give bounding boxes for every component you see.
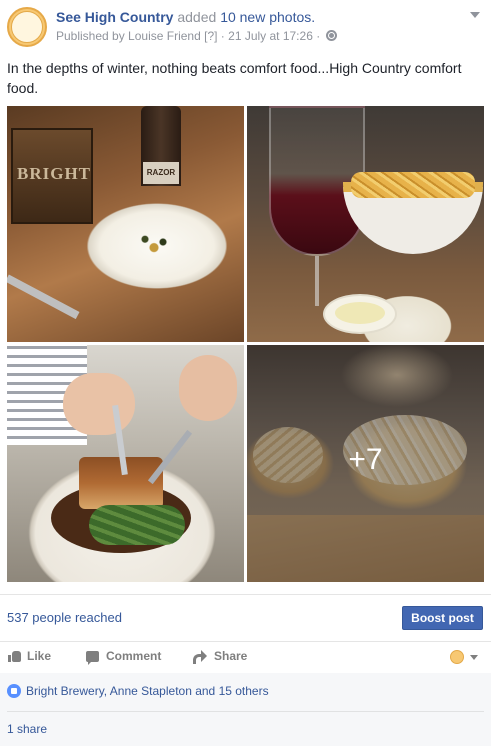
divider (0, 594, 491, 595)
page-voice-selector[interactable] (450, 650, 478, 664)
meta-separator: · (220, 29, 225, 43)
page-name-link[interactable]: See High Country (56, 9, 173, 25)
shares-link[interactable]: 1 share (7, 722, 47, 736)
post-title-line: See High Country added 10 new photos. (56, 9, 315, 25)
page-avatar-small-icon (450, 650, 464, 664)
beans-shape (89, 505, 185, 545)
post-meta: Published by Louise Friend [?] · 21 July… (56, 29, 337, 43)
share-label: Share (214, 649, 248, 663)
caret-down-icon (470, 654, 478, 660)
boost-post-button[interactable]: Boost post (402, 606, 483, 630)
help-marker[interactable]: [?] (204, 29, 217, 43)
fork-shape (7, 274, 80, 320)
page-avatar[interactable] (7, 7, 47, 47)
added-text: added (177, 9, 217, 25)
photo-wine-fries[interactable] (247, 106, 484, 342)
engagement-summary: Bright Brewery, Anne Stapleton and 15 ot… (0, 673, 491, 746)
action-bar: Like Comment Share (0, 642, 491, 672)
like-button[interactable]: Like (8, 649, 51, 663)
left-hand-shape (63, 373, 135, 435)
fries-shape (351, 172, 475, 198)
crate-label: BRIGHT (17, 164, 92, 183)
photo-more-pastries[interactable]: +7 (247, 345, 484, 582)
garnish-shape (127, 228, 187, 256)
summary-divider (7, 711, 484, 712)
thumbs-up-icon (8, 650, 21, 662)
reach-stats: 537 people reached (7, 610, 122, 625)
photo-risotto[interactable]: BRIGHT RAZOR (7, 106, 244, 342)
meta-separator-2: · (316, 29, 321, 43)
comment-label: Comment (106, 649, 162, 663)
publisher-text: Published by Louise Friend (56, 29, 201, 43)
likes-row[interactable]: Bright Brewery, Anne Stapleton and 15 ot… (7, 684, 269, 698)
like-label: Like (27, 649, 52, 663)
like-reaction-icon (7, 684, 21, 698)
post-message: In the depths of winter, nothing beats c… (7, 60, 462, 96)
likes-text[interactable]: Bright Brewery, Anne Stapleton and 15 ot… (26, 684, 269, 698)
page-logo-icon (11, 11, 43, 43)
bottle-label: RAZOR (143, 162, 179, 184)
comment-button[interactable]: Comment (86, 649, 162, 665)
post-date[interactable]: 21 July at 17:26 (228, 29, 313, 43)
right-hand-shape (179, 355, 237, 421)
globe-icon (325, 30, 337, 41)
more-photos-count[interactable]: +7 (247, 443, 484, 477)
people-reached-link[interactable]: 537 people reached (7, 610, 122, 625)
post-header: See High Country added 10 new photos. Pu… (0, 0, 491, 56)
post-options-button[interactable] (468, 8, 482, 22)
share-arrow-icon (193, 650, 207, 664)
dip-shape (335, 302, 385, 324)
photo-pork-belly[interactable] (7, 345, 244, 582)
share-button[interactable]: Share (193, 649, 248, 664)
post-card: See High Country added 10 new photos. Pu… (0, 0, 491, 746)
glass-stem-shape (315, 256, 319, 306)
photos-count-link[interactable]: 10 new photos. (220, 9, 315, 25)
chevron-down-icon (470, 12, 480, 18)
speech-bubble-icon (86, 650, 99, 665)
